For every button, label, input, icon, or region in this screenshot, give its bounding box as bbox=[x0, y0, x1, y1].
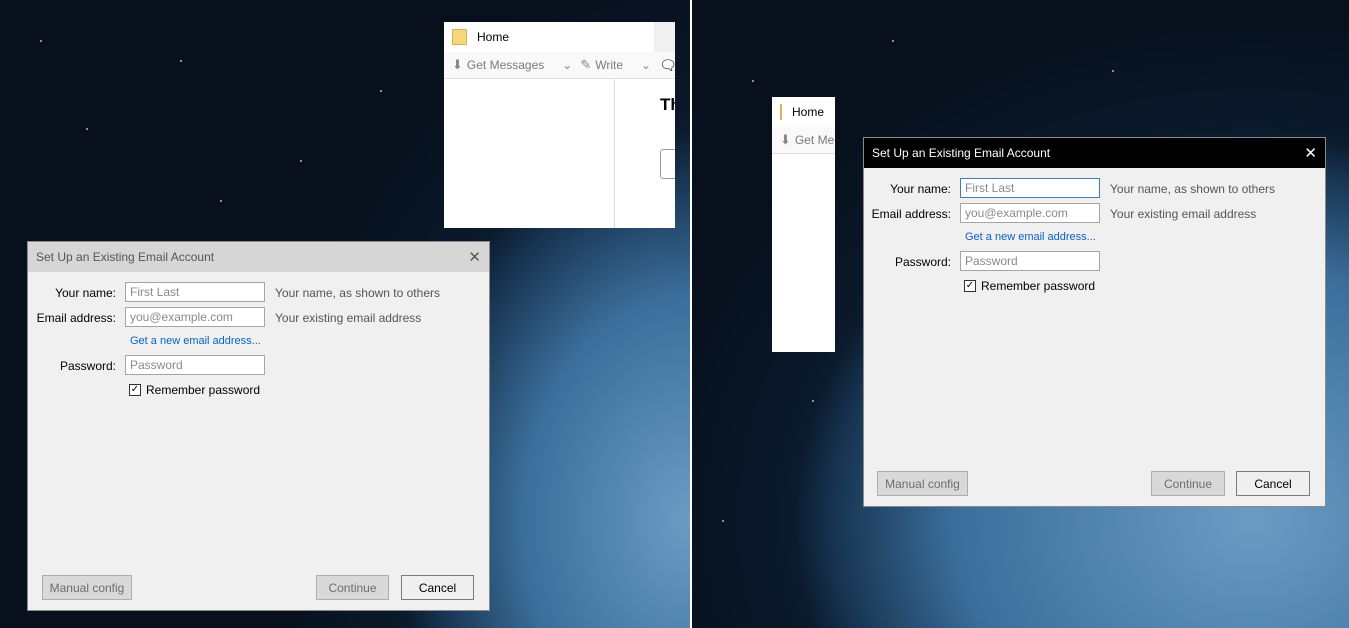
partial-heading: Th bbox=[660, 95, 675, 114]
dialog-title: Set Up an Existing Email Account bbox=[872, 146, 1051, 160]
cancel-button[interactable]: Cancel bbox=[1236, 471, 1310, 496]
star bbox=[220, 200, 222, 202]
continue-button[interactable]: Continue bbox=[1151, 471, 1225, 496]
password-label: Password: bbox=[59, 359, 116, 373]
star bbox=[752, 80, 754, 82]
account-setup-dialog: Set Up an Existing Email Account ✕ Your … bbox=[27, 241, 490, 611]
get-messages-label: Get Messages bbox=[466, 58, 545, 72]
star bbox=[892, 40, 894, 42]
desktop-right: Home ⬇ Get Me Set Up an Existing Email A… bbox=[692, 0, 1349, 628]
cancel-button[interactable]: Cancel bbox=[401, 575, 474, 600]
manual-config-button[interactable]: Manual config bbox=[877, 471, 968, 496]
get-messages-button[interactable]: ⬇ Get Me bbox=[780, 132, 834, 148]
name-hint: Your name, as shown to others bbox=[275, 286, 440, 300]
remember-password-checkbox[interactable]: ✓ Remember password bbox=[129, 383, 260, 397]
write-label: Write bbox=[595, 58, 624, 72]
folder-icon bbox=[780, 104, 782, 120]
email-hint: Your existing email address bbox=[275, 311, 422, 325]
manual-config-button[interactable]: Manual config bbox=[42, 575, 132, 600]
tab-bar: Home bbox=[444, 22, 675, 52]
email-label: Email address: bbox=[871, 207, 951, 221]
get-messages-button[interactable]: ⬇ Get Messages bbox=[452, 57, 544, 73]
chevron-down-icon[interactable]: ⌄ bbox=[641, 58, 651, 72]
checkbox-box[interactable]: ✓ bbox=[964, 280, 976, 292]
star bbox=[812, 400, 814, 402]
pencil-icon: ✎ bbox=[580, 57, 592, 72]
mail-toolbar: ⬇ Get Me bbox=[772, 127, 835, 154]
star bbox=[1112, 70, 1114, 72]
mail-toolbar: ⬇ Get Messages ⌄ ✎ Write ⌄ 🗨 bbox=[444, 52, 675, 79]
name-hint: Your name, as shown to others bbox=[1110, 182, 1275, 196]
close-icon[interactable]: ✕ bbox=[1304, 146, 1317, 161]
checkbox-box[interactable]: ✓ bbox=[129, 384, 141, 396]
close-icon[interactable]: ✕ bbox=[468, 250, 481, 265]
email-label: Email address: bbox=[36, 311, 116, 325]
partial-button[interactable] bbox=[660, 149, 675, 179]
chevron-down-icon[interactable]: ⌄ bbox=[562, 58, 572, 72]
name-label: Your name: bbox=[55, 286, 116, 300]
tab-home[interactable]: Home bbox=[444, 22, 654, 52]
write-button[interactable]: ✎ Write bbox=[580, 57, 623, 73]
tab-home-label: Home bbox=[792, 105, 825, 119]
star bbox=[380, 90, 382, 92]
password-label: Password: bbox=[894, 255, 951, 269]
get-messages-label: Get Me bbox=[794, 133, 835, 147]
remember-password-checkbox[interactable]: ✓ Remember password bbox=[964, 279, 1095, 293]
mail-body: Th bbox=[444, 79, 675, 228]
new-email-link[interactable]: Get a new email address... bbox=[965, 231, 1096, 243]
dialog-title: Set Up an Existing Email Account bbox=[36, 250, 215, 264]
tab-bar: Home bbox=[772, 97, 835, 127]
chat-icon[interactable]: 🗨 bbox=[659, 57, 675, 74]
name-label: Your name: bbox=[890, 182, 951, 196]
continue-button[interactable]: Continue bbox=[316, 575, 389, 600]
dialog-titlebar: Set Up an Existing Email Account ✕ bbox=[864, 138, 1325, 168]
thunderbird-window-partial: Home ⬇ Get Me bbox=[772, 97, 835, 352]
star bbox=[86, 128, 88, 130]
star bbox=[722, 520, 724, 522]
name-input[interactable] bbox=[125, 282, 265, 302]
email-hint: Your existing email address bbox=[1110, 207, 1257, 221]
star bbox=[300, 160, 302, 162]
password-input[interactable] bbox=[125, 355, 265, 375]
download-icon: ⬇ bbox=[780, 132, 791, 147]
password-input[interactable] bbox=[960, 251, 1100, 271]
email-input[interactable] bbox=[960, 203, 1100, 223]
tab-home-label: Home bbox=[477, 30, 510, 44]
remember-password-label: Remember password bbox=[146, 383, 261, 397]
email-input[interactable] bbox=[125, 307, 265, 327]
tab-home[interactable]: Home bbox=[772, 97, 835, 127]
dialog-titlebar: Set Up an Existing Email Account ✕ bbox=[28, 242, 489, 272]
name-input[interactable] bbox=[960, 178, 1100, 198]
desktop-left: Home ⬇ Get Messages ⌄ ✎ Write ⌄ 🗨 Th bbox=[0, 0, 690, 628]
remember-password-label: Remember password bbox=[981, 279, 1096, 293]
folder-pane bbox=[444, 79, 615, 228]
star bbox=[180, 60, 182, 62]
star bbox=[40, 40, 42, 42]
download-icon: ⬇ bbox=[452, 57, 463, 72]
thunderbird-window: Home ⬇ Get Messages ⌄ ✎ Write ⌄ 🗨 Th bbox=[444, 22, 675, 228]
new-email-link[interactable]: Get a new email address... bbox=[130, 335, 261, 347]
folder-icon bbox=[452, 29, 467, 45]
account-setup-dialog-active: Set Up an Existing Email Account ✕ Your … bbox=[863, 137, 1326, 507]
